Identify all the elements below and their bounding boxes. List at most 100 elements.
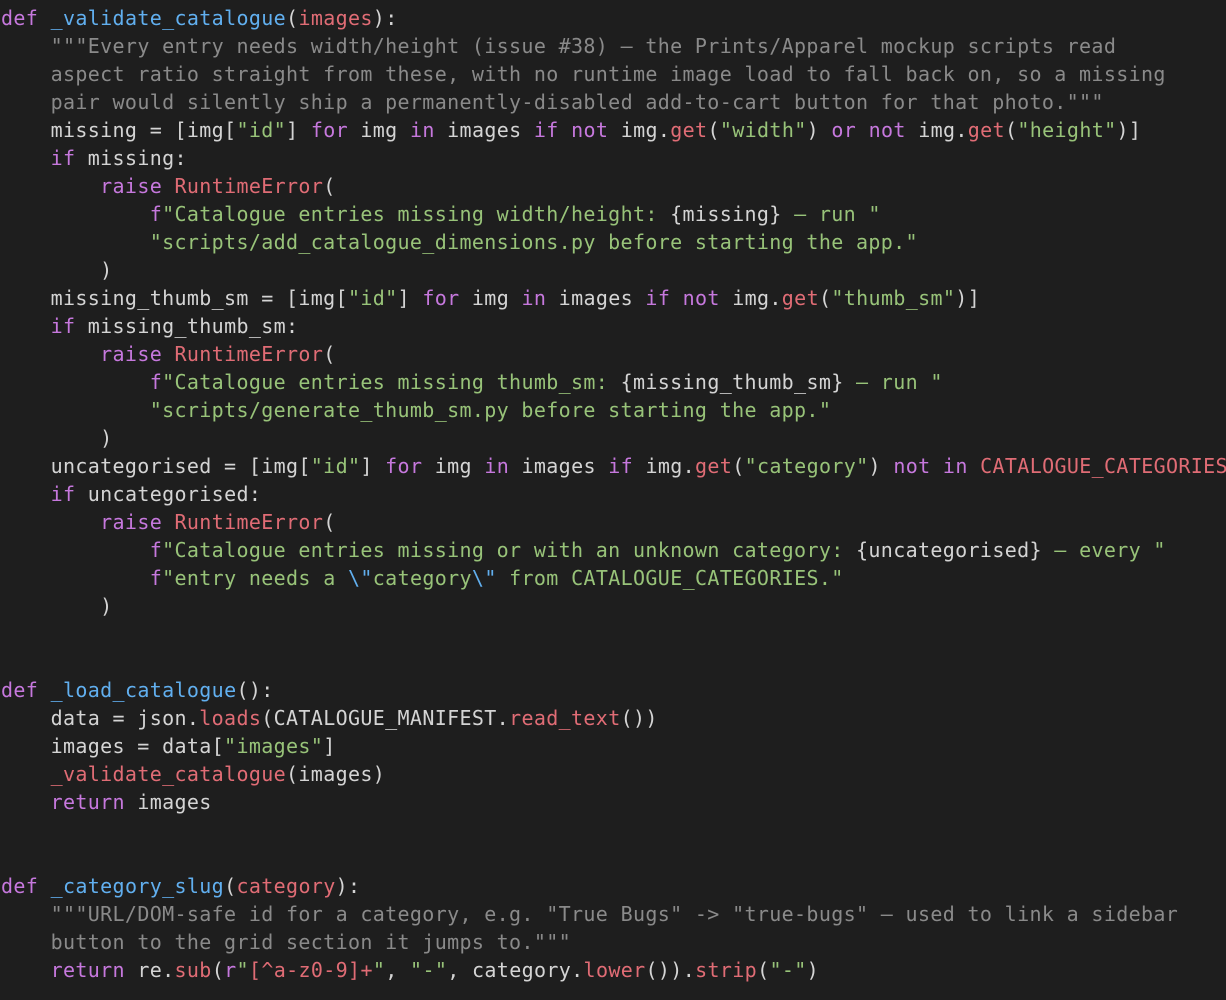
code-line[interactable]: uncategorised = [img["id"] for img in im… [1,452,1226,480]
code-token: images [434,118,534,142]
code-line[interactable]: raise RuntimeError( [1,508,336,536]
code-line[interactable]: """Every entry needs width/height (issue… [1,32,1116,60]
code-line[interactable]: if missing_thumb_sm: [1,312,298,340]
code-token: ( [1004,118,1018,142]
code-editor[interactable]: def _validate_catalogue(images): """Ever… [0,0,1226,1000]
code-line[interactable]: images = data["images"] [1,732,336,760]
code-token: missing = [img[ [1,118,237,142]
code-line[interactable]: """URL/DOM-safe id for a category, e.g. … [1,900,1178,928]
code-token: r [224,958,237,982]
code-token: RuntimeError [174,510,324,534]
code-line[interactable]: raise RuntimeError( [1,340,336,368]
code-token: "Catalogue entries missing thumb_sm: [162,370,621,394]
code-token: {uncategorised} [856,538,1042,562]
code-token: not [571,118,609,142]
code-token: ( [323,510,336,534]
code-line[interactable]: f"Catalogue entries missing width/height… [1,200,881,228]
code-token: — every " [1041,538,1166,562]
code-token: get [967,118,1005,142]
code-token: img. [633,454,696,478]
code-line[interactable]: if missing: [1,144,187,172]
code-line[interactable]: return re.sub(r"[^a-z0-9]+", "-", catego… [1,956,819,984]
code-token: "scripts/generate_thumb_sm.py before sta… [149,398,832,422]
code-token: ( [323,174,336,198]
code-token: _validate_catalogue [50,6,287,30]
code-token: f [149,370,163,394]
code-token: "entry needs a [162,566,348,590]
code-token: "id" [347,286,398,310]
code-token: "Catalogue entries missing width/height: [162,202,671,226]
code-line[interactable]: def _validate_catalogue(images): [1,4,398,32]
code-line[interactable]: def _category_slug(category): [1,872,360,900]
code-token: raise [100,174,163,198]
code-line[interactable]: def _load_catalogue(): [1,676,274,704]
code-token: ) [1,258,113,282]
code-line[interactable]: f"entry needs a \"category\" from CATALO… [1,564,844,592]
code-token: if [50,146,76,170]
code-token: RuntimeError [174,342,324,366]
code-line[interactable]: ) [1,424,113,452]
code-token: f [149,202,163,226]
code-line[interactable]: return images [1,788,212,816]
code-token: ) [1,594,113,618]
code-token: ] [360,454,386,478]
code-line[interactable]: _validate_catalogue(images) [1,760,385,788]
code-token: " [372,958,386,982]
code-token: loads [199,706,262,730]
code-line[interactable]: ) [1,256,113,284]
code-line[interactable]: "scripts/generate_thumb_sm.py before sta… [1,396,831,424]
code-line[interactable]: f"Catalogue entries missing or with an u… [1,536,1166,564]
code-line[interactable]: data = json.loads(CATALOGUE_MANIFEST.rea… [1,704,658,732]
code-token: , category. [447,958,584,982]
code-token: for [422,286,460,310]
code-token: [^a-z0-9]+ [248,958,373,982]
code-token: button to the grid section it jumps to."… [50,930,572,954]
code-token: ( [323,342,336,366]
code-token: missing: [75,146,187,170]
code-token: ] [286,118,311,142]
code-line[interactable]: f"Catalogue entries missing thumb_sm: {m… [1,368,943,396]
code-token: (images) [286,762,386,786]
code-token: images [546,286,646,310]
code-token: missing_thumb_sm = [img[ [1,286,348,310]
code-token: ) [806,958,820,982]
code-token: {missing_thumb_sm} [620,370,844,394]
code-token: " [236,958,249,982]
code-line[interactable]: aspect ratio straight from these, with n… [1,60,1166,88]
code-token: — run " [843,370,943,394]
code-line[interactable]: missing = [img["id"] for img in images i… [1,116,1141,144]
code-line[interactable]: ) [1,592,113,620]
code-line[interactable]: pair would silently ship a permanently-d… [1,88,1104,116]
code-token: CATALOGUE_CATEGORIES [980,454,1226,478]
code-token: images [124,790,212,814]
code-token: , [385,958,411,982]
code-token: ( [757,958,770,982]
code-token: ( [286,6,299,30]
code-token: ): [372,6,398,30]
code-token: uncategorised = [img[ [1,454,311,478]
code-line[interactable]: if uncategorised: [1,480,261,508]
code-line[interactable]: raise RuntimeError( [1,172,336,200]
code-token: f [149,538,163,562]
code-line[interactable]: missing_thumb_sm = [img["id"] for img in… [1,284,980,312]
code-token: ( [224,874,237,898]
code-line[interactable]: "scripts/add_catalogue_dimensions.py bef… [1,228,918,256]
code-token: "-" [410,958,448,982]
code-token: img. [719,286,782,310]
code-token: not [682,286,720,310]
code-line[interactable]: button to the grid section it jumps to."… [1,928,571,956]
code-token: ] [323,734,336,758]
